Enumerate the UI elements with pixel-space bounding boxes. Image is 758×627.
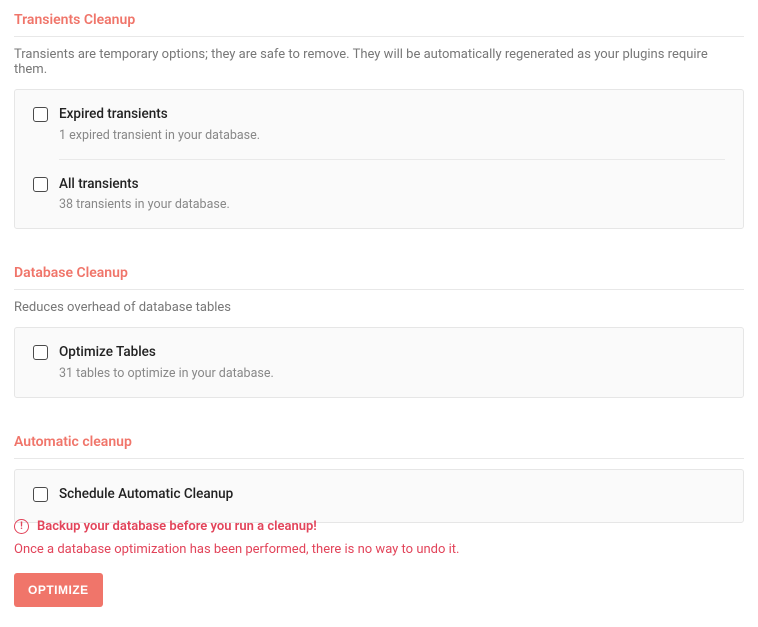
panel-transients: Expired transients 1 expired transient i…	[14, 89, 744, 229]
warning-icon: !	[14, 519, 29, 534]
alert-sub: Once a database optimization has been pe…	[14, 542, 744, 557]
sub-optimize-tables: 31 tables to optimize in your database.	[59, 366, 725, 381]
checkbox-all-transients[interactable]	[33, 177, 48, 192]
row-expired-transients: Expired transients 1 expired transient i…	[33, 90, 725, 159]
label-expired-transients: Expired transients	[59, 106, 725, 124]
panel-database: Optimize Tables 31 tables to optimize in…	[14, 327, 744, 398]
section-title-transients: Transients Cleanup	[14, 12, 744, 37]
label-schedule-cleanup: Schedule Automatic Cleanup	[59, 486, 725, 504]
sub-expired-transients: 1 expired transient in your database.	[59, 128, 725, 143]
checkbox-schedule-cleanup[interactable]	[33, 487, 48, 502]
section-title-automatic: Automatic cleanup	[14, 434, 744, 459]
panel-automatic: Schedule Automatic Cleanup	[14, 469, 744, 523]
alert-row: ! Backup your database before you run a …	[14, 519, 744, 534]
row-optimize-tables: Optimize Tables 31 tables to optimize in…	[33, 328, 725, 397]
checkbox-optimize-tables[interactable]	[33, 345, 48, 360]
section-title-database: Database Cleanup	[14, 265, 744, 290]
row-schedule-cleanup: Schedule Automatic Cleanup	[33, 470, 725, 522]
checkbox-expired-transients[interactable]	[33, 107, 48, 122]
sub-all-transients: 38 transients in your database.	[59, 197, 725, 212]
section-desc-database: Reduces overhead of database tables	[14, 300, 744, 315]
section-desc-transients: Transients are temporary options; they a…	[14, 47, 744, 77]
label-all-transients: All transients	[59, 176, 725, 194]
alert-heading: Backup your database before you run a cl…	[37, 519, 317, 534]
row-all-transients: All transients 38 transients in your dat…	[59, 159, 725, 229]
label-optimize-tables: Optimize Tables	[59, 344, 725, 362]
